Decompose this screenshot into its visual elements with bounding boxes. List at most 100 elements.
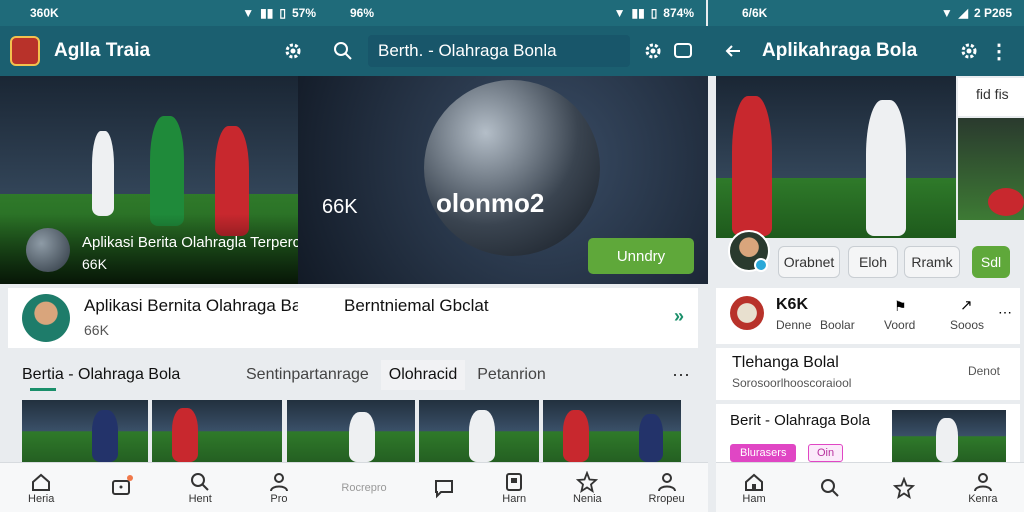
player-figure-red: [172, 408, 198, 462]
tab-item[interactable]: Sentinpartanrage: [240, 366, 375, 384]
article-card-cont[interactable]: Berntniemal Gbclat »: [298, 288, 698, 348]
app-logo[interactable]: [10, 36, 40, 66]
action-label[interactable]: Sooos: [950, 318, 984, 332]
search-icon: [820, 478, 839, 497]
category-badge[interactable]: Blurasers: [730, 444, 797, 462]
news-thumbnail[interactable]: [419, 400, 539, 462]
status-left: 6/6K: [742, 6, 768, 20]
feature-image[interactable]: [716, 76, 956, 238]
chip-action[interactable]: Sdl: [972, 246, 1010, 278]
nav-recap[interactable]: Rocrepro: [341, 482, 386, 494]
bottom-nav: Heria Hent Pro: [0, 462, 318, 512]
status-right-group: ▼ ▮▮ ▯ 57%: [242, 6, 316, 20]
hero-banner[interactable]: 66K olonmo2 Unndry: [298, 76, 708, 284]
status-bar: 360K ▼ ▮▮ ▯ 57%: [0, 0, 328, 26]
nav-favorites[interactable]: [893, 476, 916, 499]
message-icon[interactable]: [668, 36, 698, 66]
settings-icon[interactable]: [278, 36, 308, 66]
player-figure-blue: [639, 414, 663, 462]
tablet-icon: [506, 472, 523, 491]
article-meta: 66K: [84, 322, 109, 338]
tab-bar: Sentinpartanrage Olohracid Petanrion ⋯: [240, 358, 690, 392]
status-bar: 96% ▼ ▮▮ ▯ 874%: [328, 0, 706, 26]
hero-count: 66K: [322, 196, 358, 218]
list-item[interactable]: Tlehanga Bolal Sorosoorlhooscoraiool Den…: [716, 348, 1020, 400]
profile-icon: [269, 472, 288, 491]
settings-icon[interactable]: [954, 36, 984, 66]
nav-label: Heria: [28, 492, 55, 505]
player-figure-red: [563, 410, 589, 462]
news-card[interactable]: Berit - Olahraga Bola Blurasers Oin: [716, 404, 1020, 462]
section-title: Bertia - Olahraga Bola: [22, 366, 181, 383]
status-right-group: ▼ ▮▮ ▯ 874%: [614, 6, 694, 20]
status-bar: 6/6K ▼ ◢ 2 P265: [708, 0, 1024, 26]
more-icon[interactable]: ⋯: [998, 304, 1012, 321]
hero-banner[interactable]: Aplikasi Berita Olahragla Terpercida 66K: [0, 76, 298, 284]
tab-item-active[interactable]: Olohracid: [380, 360, 466, 390]
notification-dot: [127, 474, 134, 481]
article-card[interactable]: Aplikasi Bernita Olahraga Balda 66K: [8, 288, 324, 348]
club-logo: [730, 296, 764, 330]
nav-label: Rropeu: [648, 492, 685, 505]
nav-home[interactable]: Harn: [502, 471, 526, 505]
nav-profile[interactable]: Rropeu: [649, 471, 685, 505]
share-icon[interactable]: ↗: [960, 296, 973, 314]
nav-search[interactable]: [819, 477, 841, 499]
stadium-background: [0, 76, 298, 206]
list-item-right: Denot: [967, 364, 1000, 378]
nav-search[interactable]: Hent: [189, 471, 212, 505]
more-vert-icon[interactable]: ⋮: [984, 36, 1014, 66]
action-label[interactable]: Voord: [884, 318, 915, 332]
settings-icon[interactable]: [638, 36, 668, 66]
news-title: Berit - Olahraga Bola: [730, 412, 871, 429]
more-icon[interactable]: ⋯: [672, 365, 690, 386]
section-underline: [30, 388, 56, 391]
news-thumbnail[interactable]: [22, 400, 148, 462]
player-figure-white: [92, 131, 114, 216]
category-badge[interactable]: Oin: [808, 444, 844, 462]
share-icon[interactable]: »: [674, 306, 684, 327]
nav-profile[interactable]: Pro: [268, 471, 290, 505]
stats-count: K6K: [776, 296, 809, 313]
wifi-icon: ▼: [242, 6, 255, 20]
news-thumbnail[interactable]: [287, 400, 415, 462]
profile-icon: [973, 472, 992, 491]
nav-profile[interactable]: Kenra: [968, 471, 998, 505]
side-image[interactable]: [958, 118, 1024, 220]
search-input[interactable]: Berth. - Olahraga Bonla: [368, 35, 630, 67]
app-title: Aplikahraga Bola: [762, 40, 918, 61]
nav-label: Rocrepro: [341, 481, 387, 494]
nav-label: Ham: [742, 492, 766, 505]
news-thumbnail[interactable]: [152, 400, 282, 462]
bottom-nav: Rocrepro Harn Nenia Rropeu: [318, 462, 708, 512]
nav-label: Hent: [188, 492, 212, 505]
home-icon: [32, 473, 51, 491]
nav-chat[interactable]: [433, 477, 455, 499]
tab-item[interactable]: Petanrion: [465, 366, 558, 384]
news-thumbnail[interactable]: [543, 400, 681, 462]
chip-filter[interactable]: Rramk: [904, 246, 960, 278]
home-icon: [745, 473, 764, 491]
bookmark-icon[interactable]: ⚑: [894, 298, 907, 315]
player-figure-blue: [92, 410, 118, 462]
wifi-icon: ▼: [940, 6, 953, 20]
nav-messages[interactable]: [110, 474, 134, 499]
app-bar: Aplikahraga Bola ⋮: [708, 26, 1024, 76]
search-icon: [191, 472, 209, 491]
list-item-subtitle: Sorosoorlhooscoraiool: [732, 376, 852, 390]
article-title-cont: Berntniemal Gbclat: [344, 296, 489, 315]
nav-home[interactable]: Ham: [742, 471, 766, 505]
battery-percent: 2 P265: [973, 6, 1012, 20]
nav-label: Kenra: [968, 492, 998, 505]
chip-filter[interactable]: Eloh: [848, 246, 898, 278]
nav-news[interactable]: Nenia: [573, 470, 602, 505]
app-bar: Berth. - Olahraga Bonla: [318, 26, 708, 76]
chip-filter[interactable]: Orabnet: [778, 246, 840, 278]
back-arrow-icon[interactable]: [718, 36, 748, 66]
stats-card: K6K Denne Boolar ⚑ Voord ↗ Sooos ⋯: [716, 288, 1020, 344]
hero-button[interactable]: Unndry: [588, 238, 694, 274]
search-icon[interactable]: [328, 36, 358, 66]
nav-home[interactable]: Heria: [28, 471, 54, 505]
player-figure-white: [866, 100, 906, 236]
status-left: 96%: [350, 6, 375, 20]
